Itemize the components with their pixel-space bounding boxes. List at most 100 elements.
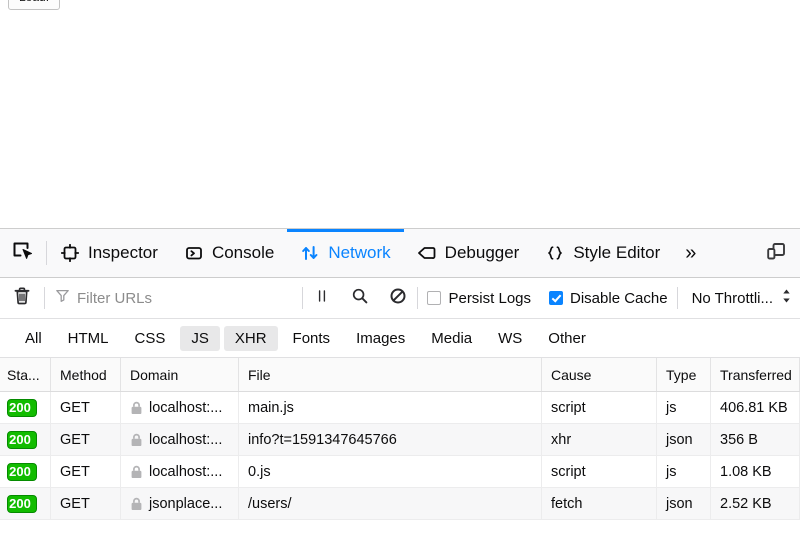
cell-method: GET [51, 488, 121, 519]
tabs-overflow-button[interactable]: » [673, 229, 706, 277]
column-header-cause[interactable]: Cause [542, 358, 657, 391]
network-arrows-icon [300, 243, 320, 263]
filter-xhr[interactable]: XHR [223, 325, 278, 351]
column-header-status-label: Sta... [7, 366, 40, 383]
cell-file: main.js [239, 392, 542, 423]
table-row[interactable]: 200 GET localhost:... 0.js script js 1.0… [0, 456, 800, 488]
tab-style-editor-label: Style Editor [573, 243, 661, 262]
cell-file: 0.js [239, 456, 542, 487]
filter-urls-input[interactable]: Filter URLs [45, 288, 302, 308]
filter-media[interactable]: Media [420, 326, 483, 351]
element-picker-button[interactable] [0, 229, 46, 277]
filter-images[interactable]: Images [345, 326, 416, 351]
block-requests-button[interactable] [379, 287, 417, 310]
cell-cause: xhr [542, 424, 657, 455]
status-badge: 200 [7, 398, 37, 417]
cell-domain-label: localhost:... [149, 399, 223, 416]
debugger-tag-icon [417, 243, 437, 263]
cell-status: 200 [0, 456, 51, 487]
column-header-domain[interactable]: Domain [121, 358, 239, 391]
cell-domain: localhost:... [121, 392, 239, 423]
column-header-status[interactable]: Sta... [0, 358, 51, 391]
cell-method: GET [51, 392, 121, 423]
cell-domain-label: jsonplace... [149, 495, 223, 512]
devtools-panel: Inspector Console Network Debugger Style… [0, 228, 800, 541]
clear-requests-button[interactable] [0, 286, 44, 311]
responsive-design-mode-icon [765, 240, 787, 267]
cell-domain: localhost:... [121, 424, 239, 455]
cell-cause: script [542, 392, 657, 423]
network-toolbar: Filter URLs Persist Logs Disable Cache N… [0, 278, 800, 319]
filter-funnel-icon [55, 288, 70, 308]
pause-requests-button[interactable] [303, 288, 341, 309]
filter-other[interactable]: Other [537, 326, 597, 351]
table-header-row: Sta... Method Domain File Cause Type Tra… [0, 358, 800, 392]
persist-logs-checkbox-box[interactable] [427, 291, 442, 305]
devtools-tab-bar: Inspector Console Network Debugger Style… [0, 229, 800, 278]
status-badge: 200 [7, 462, 37, 481]
filter-css[interactable]: CSS [124, 326, 177, 351]
throttling-dropdown[interactable]: No Throttli... [678, 288, 800, 308]
tab-inspector-label: Inspector [88, 243, 158, 262]
cell-transferred: 406.81 KB [711, 392, 800, 423]
cell-transferred: 356 B [711, 424, 800, 455]
web-page-content: Load! [0, 0, 800, 228]
tab-bar-spacer [706, 229, 752, 277]
tab-inspector[interactable]: Inspector [47, 229, 171, 277]
tab-network-label: Network [328, 243, 391, 262]
inspector-icon [60, 243, 80, 263]
search-requests-button[interactable] [341, 287, 379, 310]
filter-html[interactable]: HTML [57, 326, 120, 351]
disable-cache-label: Disable Cache [570, 289, 668, 307]
search-icon [351, 287, 369, 310]
tab-console[interactable]: Console [171, 229, 287, 277]
status-badge: 200 [7, 430, 37, 449]
throttling-label: No Throttli... [691, 289, 773, 307]
column-header-transferred[interactable]: Transferred [711, 358, 800, 391]
filter-all[interactable]: All [14, 326, 53, 351]
disable-cache-checkbox-box[interactable] [549, 291, 564, 305]
cell-type: js [657, 392, 711, 423]
cell-type: js [657, 456, 711, 487]
cell-transferred: 1.08 KB [711, 456, 800, 487]
cell-type: json [657, 424, 711, 455]
column-header-method[interactable]: Method [51, 358, 121, 391]
table-row[interactable]: 200 GET localhost:... info?t=15913476457… [0, 424, 800, 456]
filter-js[interactable]: JS [180, 325, 220, 351]
tab-debugger[interactable]: Debugger [404, 229, 533, 277]
request-type-filter-bar: All HTML CSS JS XHR Fonts Images Media W… [0, 319, 800, 358]
column-header-file[interactable]: File [239, 358, 542, 391]
cell-domain: localhost:... [121, 456, 239, 487]
lock-icon [130, 465, 143, 479]
filter-fonts[interactable]: Fonts [282, 326, 342, 351]
cell-domain-label: localhost:... [149, 463, 223, 480]
status-badge: 200 [7, 494, 37, 513]
load-button[interactable]: Load! [8, 0, 61, 10]
filter-ws[interactable]: WS [487, 326, 533, 351]
lock-icon [130, 497, 143, 511]
cell-file: info?t=1591347645766 [239, 424, 542, 455]
cell-method: GET [51, 456, 121, 487]
table-row[interactable]: 200 GET jsonplace... /users/ fetch json … [0, 488, 800, 520]
cell-domain-label: localhost:... [149, 431, 223, 448]
element-picker-icon [12, 240, 34, 267]
cell-method: GET [51, 424, 121, 455]
lock-icon [130, 433, 143, 447]
tab-network[interactable]: Network [287, 229, 405, 277]
column-header-type[interactable]: Type [657, 358, 711, 391]
block-icon [389, 287, 407, 310]
style-editor-braces-icon [545, 243, 565, 263]
cell-file: /users/ [239, 488, 542, 519]
cell-type: json [657, 488, 711, 519]
tab-debugger-label: Debugger [444, 243, 520, 262]
disable-cache-checkbox[interactable]: Disable Cache [540, 290, 677, 307]
filter-urls-placeholder: Filter URLs [77, 289, 153, 307]
cell-status: 200 [0, 424, 51, 455]
console-icon [184, 243, 204, 263]
table-row[interactable]: 200 GET localhost:... main.js script js … [0, 392, 800, 424]
responsive-design-mode-button[interactable] [752, 229, 800, 277]
network-request-table: Sta... Method Domain File Cause Type Tra… [0, 358, 800, 541]
persist-logs-checkbox[interactable]: Persist Logs [418, 290, 540, 307]
tab-style-editor[interactable]: Style Editor [532, 229, 673, 277]
updown-arrows-icon [781, 288, 792, 308]
